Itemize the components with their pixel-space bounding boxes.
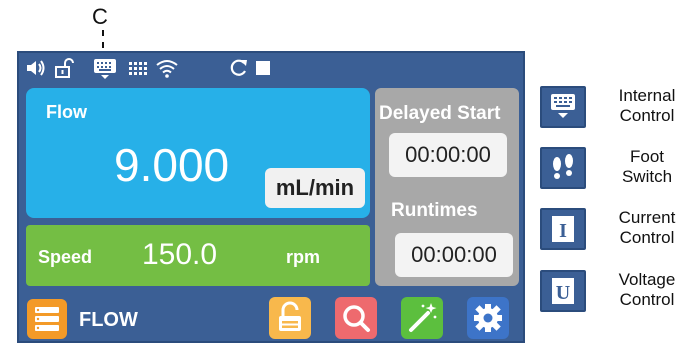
legend-line: Voltage: [618, 270, 676, 289]
search-icon: [343, 305, 370, 332]
keyboard-icon: [540, 86, 586, 128]
device-screen: Flow 9.000 mL/min Speed 150.0 rpm Delaye…: [17, 51, 525, 343]
wand-button[interactable]: [401, 297, 443, 339]
legend-line: Control: [619, 228, 675, 247]
letter-u-icon: U: [540, 270, 586, 312]
footprints-icon: [540, 147, 586, 189]
settings-button[interactable]: [467, 297, 509, 339]
legend-internal-control: Internal Control: [538, 86, 688, 136]
bottom-bar: FLOW: [19, 293, 523, 343]
speed-unit: rpm: [286, 247, 321, 267]
svg-text:U: U: [556, 282, 570, 304]
letter-i-icon: I: [540, 208, 586, 250]
legend-line: Current: [618, 208, 676, 227]
keyboard-icon[interactable]: [93, 58, 117, 79]
lock-icon: [279, 301, 301, 331]
legend-text: Internal Control: [602, 86, 692, 126]
grid-icon[interactable]: [127, 57, 149, 79]
legend-foot-switch: Foot Switch: [538, 147, 688, 197]
magic-wand-icon: [409, 303, 437, 332]
search-button[interactable]: [335, 297, 377, 339]
delayed-start-time[interactable]: 00:00:00: [389, 133, 507, 177]
legend-line: Foot: [629, 147, 665, 166]
refresh-icon[interactable]: [227, 57, 249, 79]
speed-panel[interactable]: Speed 150.0 rpm: [26, 225, 370, 286]
callout-label: C: [92, 4, 108, 29]
flow-title: Flow: [46, 102, 87, 122]
status-bar: [19, 53, 523, 89]
runtimes-label: Runtimes: [391, 200, 478, 221]
flow-unit-button[interactable]: mL/min: [265, 168, 365, 208]
legend-text: Foot Switch: [602, 147, 692, 187]
stop-icon[interactable]: [252, 57, 274, 79]
legend-text: Voltage Control: [602, 270, 692, 310]
list-icon: [35, 307, 59, 331]
flow-panel[interactable]: Flow 9.000 mL/min: [26, 88, 370, 218]
flow-value[interactable]: 9.000: [114, 138, 229, 192]
speaker-icon[interactable]: [25, 57, 47, 79]
legend-voltage-control: U Voltage Control: [538, 270, 688, 320]
legend-line: Control: [619, 106, 675, 125]
speed-label: Speed: [38, 247, 93, 267]
time-panel: Delayed Start 00:00:00 Runtimes 00:00:00: [375, 88, 519, 286]
runtimes-time[interactable]: 00:00:00: [395, 233, 513, 277]
callout-line: [102, 30, 104, 48]
menu-button[interactable]: [27, 299, 67, 339]
unlock-icon[interactable]: [53, 57, 75, 79]
speed-value[interactable]: 150.0: [142, 238, 217, 272]
legend-line: Internal: [618, 86, 676, 105]
lock-button[interactable]: [269, 297, 311, 339]
legend-line: Control: [619, 290, 675, 309]
legend-text: Current Control: [602, 208, 692, 248]
legend-line: Switch: [621, 167, 673, 186]
menu-label: FLOW: [79, 309, 138, 331]
wifi-icon[interactable]: [155, 57, 178, 79]
gear-icon: [474, 304, 502, 332]
delayed-start-label: Delayed Start: [379, 103, 501, 124]
legend-current-control: I Current Control: [538, 208, 688, 258]
svg-text:I: I: [559, 220, 567, 242]
